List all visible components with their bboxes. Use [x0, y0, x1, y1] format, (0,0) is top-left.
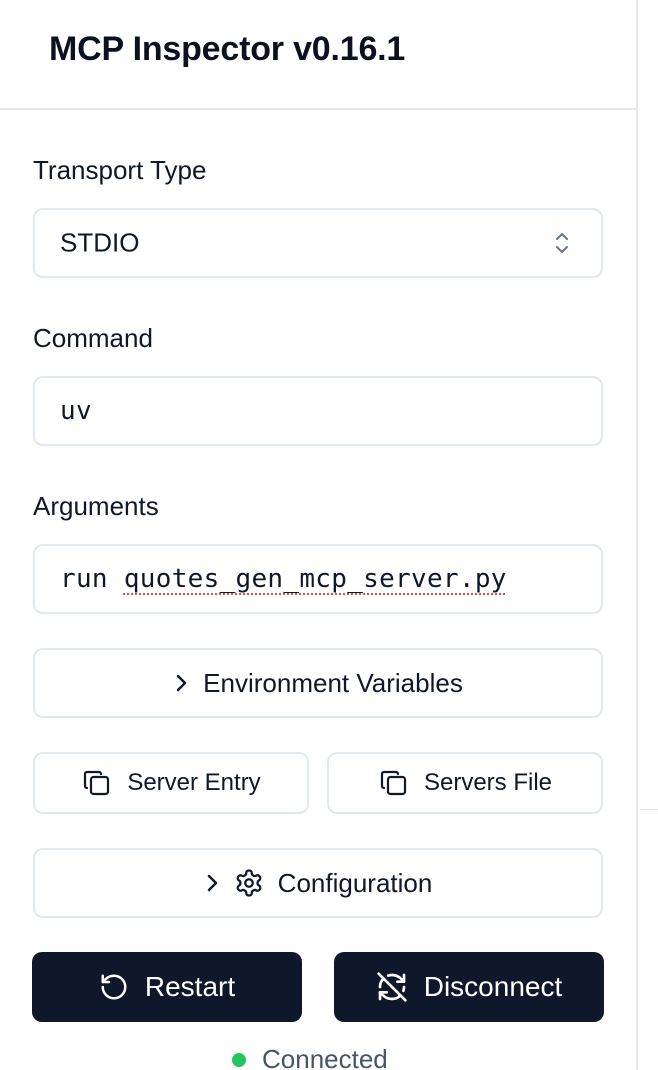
transport-type-value: STDIO: [60, 227, 140, 258]
status-label: Connected: [262, 1044, 388, 1070]
arguments-prefix: run: [60, 564, 108, 594]
chevron-up-down-icon: [553, 230, 571, 256]
command-input[interactable]: uv: [33, 376, 603, 446]
app-title: MCP Inspector v0.16.1: [49, 30, 406, 68]
transport-type-select[interactable]: STDIO: [33, 208, 603, 278]
environment-variables-label: Environment Variables: [203, 667, 463, 698]
refresh-off-icon: [376, 971, 408, 1003]
arguments-input[interactable]: run quotes_gen_mcp_server.py: [33, 544, 603, 614]
command-value: uv: [60, 396, 92, 426]
disconnect-label: Disconnect: [423, 971, 563, 1002]
server-entry-label: Server Entry: [127, 769, 261, 796]
status-dot: [232, 1052, 246, 1067]
servers-file-label: Servers File: [423, 769, 553, 796]
configuration-label: Configuration: [277, 867, 433, 898]
copy-icon: [378, 767, 410, 799]
servers-file-button[interactable]: Servers File: [327, 752, 603, 814]
restart-button[interactable]: Restart: [32, 952, 302, 1022]
command-label: Command: [33, 323, 153, 353]
connection-status: Connected: [232, 1044, 388, 1070]
environment-variables-toggle[interactable]: Environment Variables: [33, 648, 603, 718]
arguments-label: Arguments: [33, 491, 159, 521]
sidebar: MCP Inspector v0.16.1 Transport Type STD…: [0, 0, 636, 1070]
configuration-toggle[interactable]: Configuration: [33, 848, 603, 918]
rotate-ccw-icon: [99, 972, 129, 1002]
sidebar-header: MCP Inspector v0.16.1: [0, 0, 636, 110]
disconnect-button[interactable]: Disconnect: [334, 952, 604, 1022]
chevron-right-icon: [173, 672, 189, 694]
arguments-value: run quotes_gen_mcp_server.py: [60, 564, 507, 594]
chevron-right-icon: [204, 872, 220, 894]
arguments-file: quotes_gen_mcp_server.py: [123, 564, 507, 594]
main-pane-divider: [641, 809, 658, 810]
copy-icon: [81, 767, 113, 799]
restart-label: Restart: [144, 971, 236, 1002]
server-entry-button[interactable]: Server Entry: [33, 752, 309, 814]
sidebar-divider[interactable]: [636, 0, 638, 1070]
gear-icon: [234, 868, 264, 898]
transport-type-label: Transport Type: [33, 155, 207, 185]
